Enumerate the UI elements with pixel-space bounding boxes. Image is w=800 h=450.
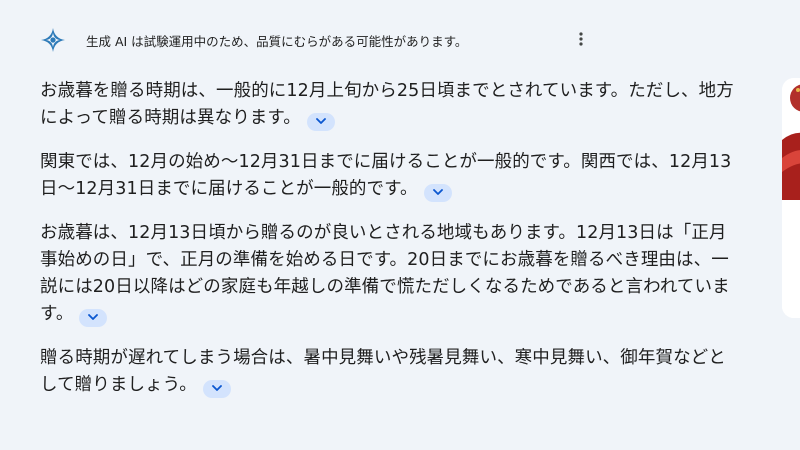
chevron-down-icon <box>211 385 222 391</box>
paragraph-late: 贈る時期が遅れてしまう場合は、暑中見舞いや残暑見舞い、寒中見舞い、御年賀などとし… <box>40 345 740 399</box>
chevron-down-icon <box>315 118 326 124</box>
expand-source-button[interactable] <box>202 379 231 398</box>
paragraph-dec13: お歳暮は、12月13日頃から贈るのが良いとされる地域もあります。12月13日は「… <box>40 220 740 328</box>
chevron-down-icon <box>432 189 443 195</box>
more-vert-icon <box>578 31 584 51</box>
expand-source-button[interactable] <box>423 183 452 202</box>
more-options-button[interactable] <box>570 30 592 52</box>
disclaimer-text: 生成 AI は試験運用中のため、品質にむらがある可能性があります。 <box>86 33 468 49</box>
ai-overview-header: 生成 AI は試験運用中のため、品質にむらがある可能性があります。 <box>40 25 600 55</box>
paragraph-text: お歳暮は、12月13日頃から贈るのが良いとされる地域もあります。12月13日は「… <box>40 223 730 324</box>
ai-overview-content: お歳暮を贈る時期は、一般的に12月上旬から25日頃までとされています。ただし、地… <box>40 78 740 416</box>
paragraph-regions: 関東では、12月の始め～12月31日までに届けることが一般的です。関西では、12… <box>40 149 740 203</box>
related-image-thumbnail[interactable] <box>782 78 800 318</box>
paragraph-text: お歳暮を贈る時期は、一般的に12月上旬から25日頃までとされています。ただし、地… <box>40 81 734 128</box>
gift-image <box>782 78 800 318</box>
expand-source-button[interactable] <box>79 308 108 327</box>
sparkle-icon <box>40 27 66 53</box>
paragraph-text: 贈る時期が遅れてしまう場合は、暑中見舞いや残暑見舞い、寒中見舞い、御年賀などとし… <box>40 348 726 395</box>
paragraph-timing: お歳暮を贈る時期は、一般的に12月上旬から25日頃までとされています。ただし、地… <box>40 78 740 132</box>
paragraph-text: 関東では、12月の始め～12月31日までに届けることが一般的です。関西では、12… <box>40 152 732 199</box>
chevron-down-icon <box>88 314 99 320</box>
expand-source-button[interactable] <box>306 112 335 131</box>
